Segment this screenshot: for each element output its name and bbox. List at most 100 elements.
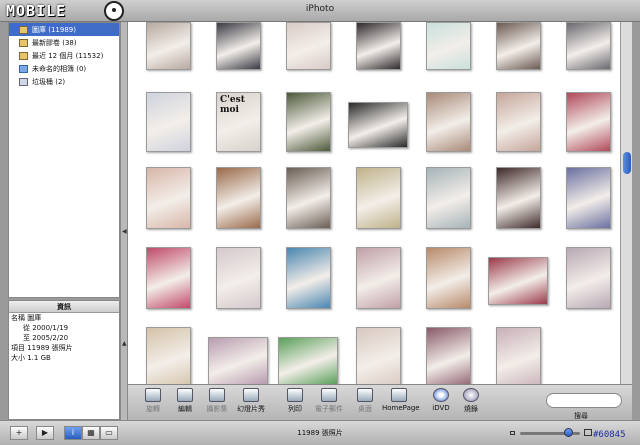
toolbar-button-email[interactable]: 電子郵件 [312,388,346,414]
photo-thumbnail[interactable] [356,327,401,384]
toolbar-button-label: 燒錄 [464,405,478,413]
zoom-slider-knob[interactable] [564,428,573,437]
photo-caption: C'est moi [220,95,245,115]
zoom-small-icon [510,431,515,435]
photo-thumbnail[interactable] [286,167,331,229]
toolbar-button-label: 攝影集 [206,405,228,413]
toolbar-button-idvd[interactable]: iDVD [424,388,458,412]
toolbar-button-book[interactable]: 攝影集 [200,388,234,414]
photo-thumbnail[interactable] [426,92,471,152]
photo-thumbnail[interactable] [146,167,191,229]
photo-thumbnail[interactable] [216,247,261,309]
expand-arrow-icon[interactable]: ▲ [122,340,127,347]
photo-thumbnail[interactable] [286,22,331,70]
photo-thumbnail[interactable] [278,337,338,384]
photo-thumbnail[interactable] [356,167,401,229]
photo-thumbnail[interactable] [146,92,191,152]
photo-thumbnail[interactable] [496,92,541,152]
toolbar-button-slideshow[interactable]: 幻燈片秀 [234,388,268,414]
photo-scrollbar[interactable] [620,22,632,384]
photo-thumbnail[interactable] [146,327,191,384]
info-header: 資訊 [9,301,119,313]
pane-splitter[interactable]: ◀ ▲ [120,22,128,420]
watermark: #60845 [593,430,626,440]
homepage-icon [391,388,407,402]
photo-thumbnail[interactable] [216,167,261,229]
source-item-label: 圖庫 (11989) [32,25,76,34]
photo-thumbnail[interactable] [348,102,408,148]
keyword-icon[interactable]: ▭ [100,426,118,440]
photo-thumbnail[interactable] [566,22,611,70]
slideshow-icon [243,388,259,402]
info-row: 至 2005/2/20 [23,334,69,342]
toolbar-button-edit[interactable]: 編輯 [168,388,202,414]
photo-thumbnail[interactable] [426,327,471,384]
info-pane: 資訊 名稱 圖庫從 2000/1/19 至 2005/2/20 項目 11989 張… [8,300,120,420]
search-input[interactable] [546,393,622,408]
photo-thumbnail[interactable] [566,247,611,309]
photo-thumbnail[interactable] [496,167,541,229]
toolbar-button-label: 列印 [288,405,302,413]
photo-thumbnail[interactable] [496,22,541,70]
photo-thumbnail[interactable] [286,247,331,309]
source-list: 圖庫 (11989) 最新膠卷 (38) 最近 12 個月 (11532) 未命名的相… [8,22,120,298]
brand-logo-text: MOBILE [6,2,67,20]
photo-thumbnail[interactable] [426,247,471,309]
photo-thumbnail[interactable] [216,22,261,70]
photo-thumbnail[interactable] [488,257,548,305]
info-row: 項目 11989 張照片 [11,344,73,352]
toolbar-button-label: 電子郵件 [315,405,343,413]
rotate-icon [145,388,161,402]
info-icon[interactable]: i [64,426,82,440]
library-icon [19,25,28,34]
toolbar-button-label: HomePage [382,404,420,412]
collapse-arrow-icon[interactable]: ◀ [122,228,127,235]
photo-thumbnail[interactable] [286,92,331,152]
album-icon [19,64,28,73]
source-item[interactable]: 最新膠卷 (38) [9,36,119,49]
book-icon [209,388,225,402]
trash-icon [19,77,28,86]
photo-thumbnail[interactable] [208,337,268,384]
desktop-icon [357,388,373,402]
brand-logo-icon [104,1,124,21]
info-rows: 名稱 圖庫從 2000/1/19 至 2005/2/20 項目 11989 張照片大… [9,313,119,363]
info-row: 大小 1.1 GB [11,354,51,362]
calendar-icon [19,51,28,60]
source-item[interactable]: 垃圾桶 (2) [9,75,119,88]
photo-thumbnail[interactable] [146,22,191,70]
zoom-large-icon [584,429,592,436]
photo-thumbnail[interactable] [496,327,541,384]
calendar-icon[interactable]: ▦ [82,426,100,440]
play-icon[interactable]: ▶ [36,426,54,440]
photo-thumbnail[interactable] [146,247,191,309]
toolbar-button-burn[interactable]: 燒錄 [454,388,488,414]
title-bar: iPhoto [0,0,640,22]
scroll-thumb[interactable] [623,152,631,174]
photo-thumbnail[interactable] [356,247,401,309]
source-item[interactable]: 最近 12 個月 (11532) [9,49,119,62]
toolbar-button-print[interactable]: 列印 [278,388,312,414]
source-item[interactable]: 未命名的相簿 (0) [9,62,119,75]
status-bar: 11989 張照片 + ▶ i ▦ ▭ [0,420,640,445]
toolbar-button-desktop[interactable]: 桌面 [348,388,382,414]
toolbar-button-homepage[interactable]: HomePage [382,388,420,412]
photo-thumbnail[interactable] [426,167,471,229]
photo-thumbnail[interactable] [566,167,611,229]
info-row: 名稱 圖庫 [11,314,42,322]
edit-icon [177,388,193,402]
print-icon [287,388,303,402]
source-item-label: 最近 12 個月 (11532) [32,51,104,60]
photo-thumbnail[interactable] [356,22,401,70]
window-title: iPhoto [305,4,335,14]
add-icon[interactable]: + [10,426,28,440]
photo-thumbnail[interactable] [426,22,471,70]
photo-thumbnail[interactable] [566,92,611,152]
email-icon [321,388,337,402]
toolbar-button-rotate[interactable]: 旋轉 [136,388,170,414]
photo-thumbnail[interactable]: C'est moi [216,92,261,152]
toolbar-button-label: 旋轉 [146,405,160,413]
photo-grid: C'est moi [128,22,620,384]
idvd-icon [433,388,449,402]
source-item[interactable]: 圖庫 (11989) [9,23,119,36]
